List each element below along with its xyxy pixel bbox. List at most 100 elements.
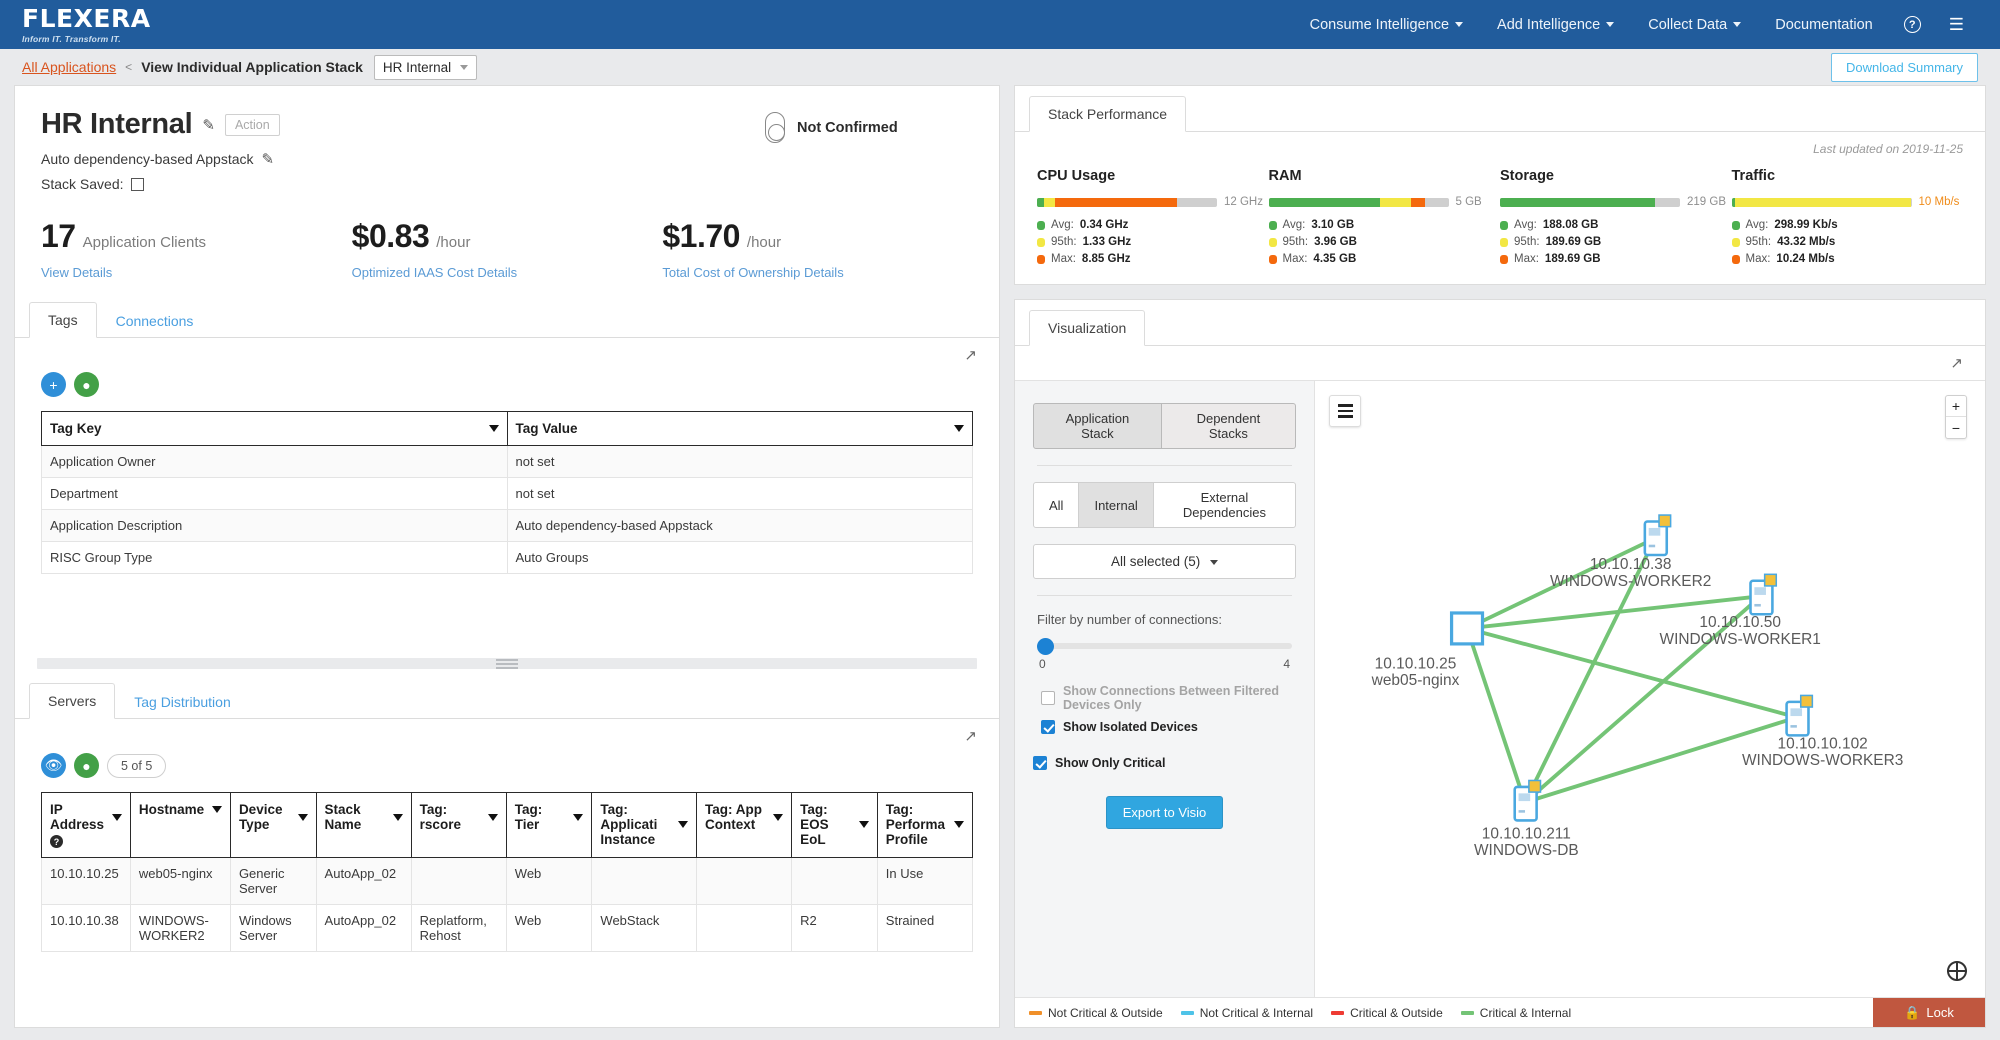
breadcrumb-all-applications[interactable]: All Applications xyxy=(22,59,116,75)
pencil-icon[interactable]: ✎ xyxy=(262,150,275,168)
expand-arrows-icon[interactable]: ↗ xyxy=(964,346,977,364)
servers-col-device-type[interactable]: Device Type xyxy=(230,793,316,858)
toggle-external-dependencies[interactable]: External Dependencies xyxy=(1154,482,1296,528)
checkbox-show-isolated-devices[interactable]: Show Isolated Devices xyxy=(1033,720,1296,734)
expand-arrows-icon[interactable]: ↗ xyxy=(1950,354,1963,372)
tags-col-tag-value[interactable]: Tag Value xyxy=(507,412,973,446)
tags-col-tag-key[interactable]: Tag Key xyxy=(42,412,508,446)
servers-col-ip-address-label: IP Address xyxy=(50,802,106,832)
node-windows-server-icon[interactable] xyxy=(1645,515,1671,555)
checkbox-show-connections-filtered[interactable]: Show Connections Between Filtered Device… xyxy=(1033,684,1296,712)
filter-dropdown-icon[interactable] xyxy=(954,821,964,828)
checkbox-show-only-critical[interactable]: Show Only Critical xyxy=(1033,756,1296,770)
servers-col-tag-app-context[interactable]: Tag: App Context xyxy=(697,793,792,858)
nav-consume-intelligence[interactable]: Consume Intelligence xyxy=(1293,0,1480,49)
stack-selector-dropdown[interactable]: HR Internal xyxy=(374,55,477,80)
filter-dropdown-icon[interactable] xyxy=(859,821,869,828)
toggle-application-stack[interactable]: Application Stack xyxy=(1033,403,1162,449)
node-generic-server-icon[interactable] xyxy=(1452,613,1483,644)
tab-tag-distribution[interactable]: Tag Distribution xyxy=(115,684,250,719)
table-row[interactable]: 10.10.10.38 WINDOWS-WORKER2 Windows Serv… xyxy=(42,905,973,952)
cell-ip-address: 10.10.10.25 xyxy=(42,858,131,905)
pencil-icon[interactable]: ✎ xyxy=(202,116,215,134)
plus-icon[interactable]: + xyxy=(41,372,66,397)
servers-col-tag-performance-profile[interactable]: Tag: Performa Profile xyxy=(877,793,972,858)
action-button[interactable]: Action xyxy=(225,114,280,136)
performance-metrics: Last updated on 2019-11-25 CPU Usage 12 … xyxy=(1015,132,1985,284)
hamburger-menu-icon[interactable]: ☰ xyxy=(1935,0,1978,49)
optimized-iaas-cost-link[interactable]: Optimized IAAS Cost Details xyxy=(352,265,663,280)
filter-dropdown-icon[interactable] xyxy=(298,814,308,821)
table-row[interactable]: Application Owner not set xyxy=(42,446,973,478)
servers-col-tag-application-instance[interactable]: Tag: Applicati Instance xyxy=(592,793,697,858)
slider-knob[interactable] xyxy=(1037,638,1054,655)
servers-col-ip-address[interactable]: IP Address ? xyxy=(42,793,131,858)
servers-col-hostname[interactable]: Hostname xyxy=(130,793,230,858)
toggle-all[interactable]: All xyxy=(1033,482,1079,528)
filter-dropdown-icon[interactable] xyxy=(678,821,688,828)
checkbox-box[interactable] xyxy=(1041,691,1055,705)
eye-slash-icon[interactable]: 👁 xyxy=(41,753,66,778)
filter-dropdown-icon[interactable] xyxy=(212,806,222,813)
table-row[interactable]: Department not set xyxy=(42,478,973,510)
status-dot-max xyxy=(1269,255,1277,264)
cell-tag-eos-eol: R2 xyxy=(792,905,878,952)
globe-icon[interactable] xyxy=(1947,961,1967,981)
servers-col-tag-rscore[interactable]: Tag: rscore xyxy=(411,793,506,858)
filter-dropdown-icon[interactable] xyxy=(573,814,583,821)
lock-button[interactable]: 🔒 Lock xyxy=(1873,998,1985,1027)
stat-label: Max: xyxy=(1283,253,1308,265)
view-details-link[interactable]: View Details xyxy=(41,265,352,280)
cloud-download-icon[interactable]: ● xyxy=(74,753,99,778)
toggle-internal[interactable]: Internal xyxy=(1079,482,1153,528)
table-row[interactable]: Application Description Auto dependency-… xyxy=(42,510,973,542)
servers-col-tag-tier[interactable]: Tag: Tier xyxy=(506,793,592,858)
node-windows-server-icon[interactable] xyxy=(1751,574,1777,614)
zoom-in-button[interactable]: + xyxy=(1946,396,1966,417)
panel-resize-handle[interactable] xyxy=(37,658,977,669)
graph-legend: Not Critical & Outside Not Critical & In… xyxy=(1015,997,1985,1027)
nav-documentation[interactable]: Documentation xyxy=(1758,0,1890,49)
tab-connections[interactable]: Connections xyxy=(97,303,213,338)
network-graph-canvas[interactable]: + − xyxy=(1315,381,1985,997)
node-windows-server-icon[interactable] xyxy=(1787,695,1813,735)
servers-count-badge[interactable]: 5 of 5 xyxy=(107,754,166,778)
flexera-logo[interactable]: FLEXERA Inform IT. Transform IT. xyxy=(22,6,151,44)
table-row[interactable]: 10.10.10.25 web05-nginx Generic Server A… xyxy=(42,858,973,905)
filter-dropdown-icon[interactable] xyxy=(112,814,122,821)
node-windows-server-icon[interactable] xyxy=(1515,780,1541,820)
checkbox-box[interactable] xyxy=(1033,756,1047,770)
total-cost-ownership-link[interactable]: Total Cost of Ownership Details xyxy=(662,265,973,280)
toggle-dependent-stacks[interactable]: Dependent Stacks xyxy=(1162,403,1296,449)
servers-col-tag-eos-eol[interactable]: Tag: EOS EoL xyxy=(792,793,878,858)
tab-servers[interactable]: Servers xyxy=(29,683,115,719)
hamburger-menu-icon[interactable] xyxy=(1329,395,1361,427)
servers-col-stack-name[interactable]: Stack Name xyxy=(316,793,411,858)
filter-dropdown-icon[interactable] xyxy=(954,425,964,432)
confirm-toggle-icon[interactable] xyxy=(765,112,785,143)
filter-dropdown-icon[interactable] xyxy=(773,814,783,821)
filter-dropdown-icon[interactable] xyxy=(489,425,499,432)
connections-slider[interactable] xyxy=(1037,637,1292,655)
filter-dropdown-icon[interactable] xyxy=(393,814,403,821)
cloud-download-icon[interactable]: ● xyxy=(74,372,99,397)
nav-collect-data[interactable]: Collect Data xyxy=(1631,0,1758,49)
device-selector-dropdown[interactable]: All selected (5) xyxy=(1033,544,1296,579)
stat-label: Max: xyxy=(1746,253,1771,265)
help-circle-icon[interactable]: ? xyxy=(1890,0,1935,49)
expand-arrows-icon[interactable]: ↗ xyxy=(964,727,977,745)
export-to-visio-button[interactable]: Export to Visio xyxy=(1106,796,1224,829)
cell-tag-value: not set xyxy=(507,446,973,478)
table-row[interactable]: RISC Group Type Auto Groups xyxy=(42,542,973,574)
tab-tags[interactable]: Tags xyxy=(29,302,97,338)
zoom-out-button[interactable]: − xyxy=(1946,417,1966,438)
stack-saved-checkbox[interactable] xyxy=(131,178,144,191)
checkbox-box[interactable] xyxy=(1041,720,1055,734)
filter-dropdown-icon[interactable] xyxy=(488,814,498,821)
download-summary-button[interactable]: Download Summary xyxy=(1831,53,1978,82)
help-circle-icon[interactable]: ? xyxy=(50,835,63,848)
stat-value: 298.99 Kb/s xyxy=(1774,219,1837,231)
tab-visualization[interactable]: Visualization xyxy=(1029,310,1145,346)
nav-add-intelligence[interactable]: Add Intelligence xyxy=(1480,0,1631,49)
tab-stack-performance[interactable]: Stack Performance xyxy=(1029,96,1186,132)
